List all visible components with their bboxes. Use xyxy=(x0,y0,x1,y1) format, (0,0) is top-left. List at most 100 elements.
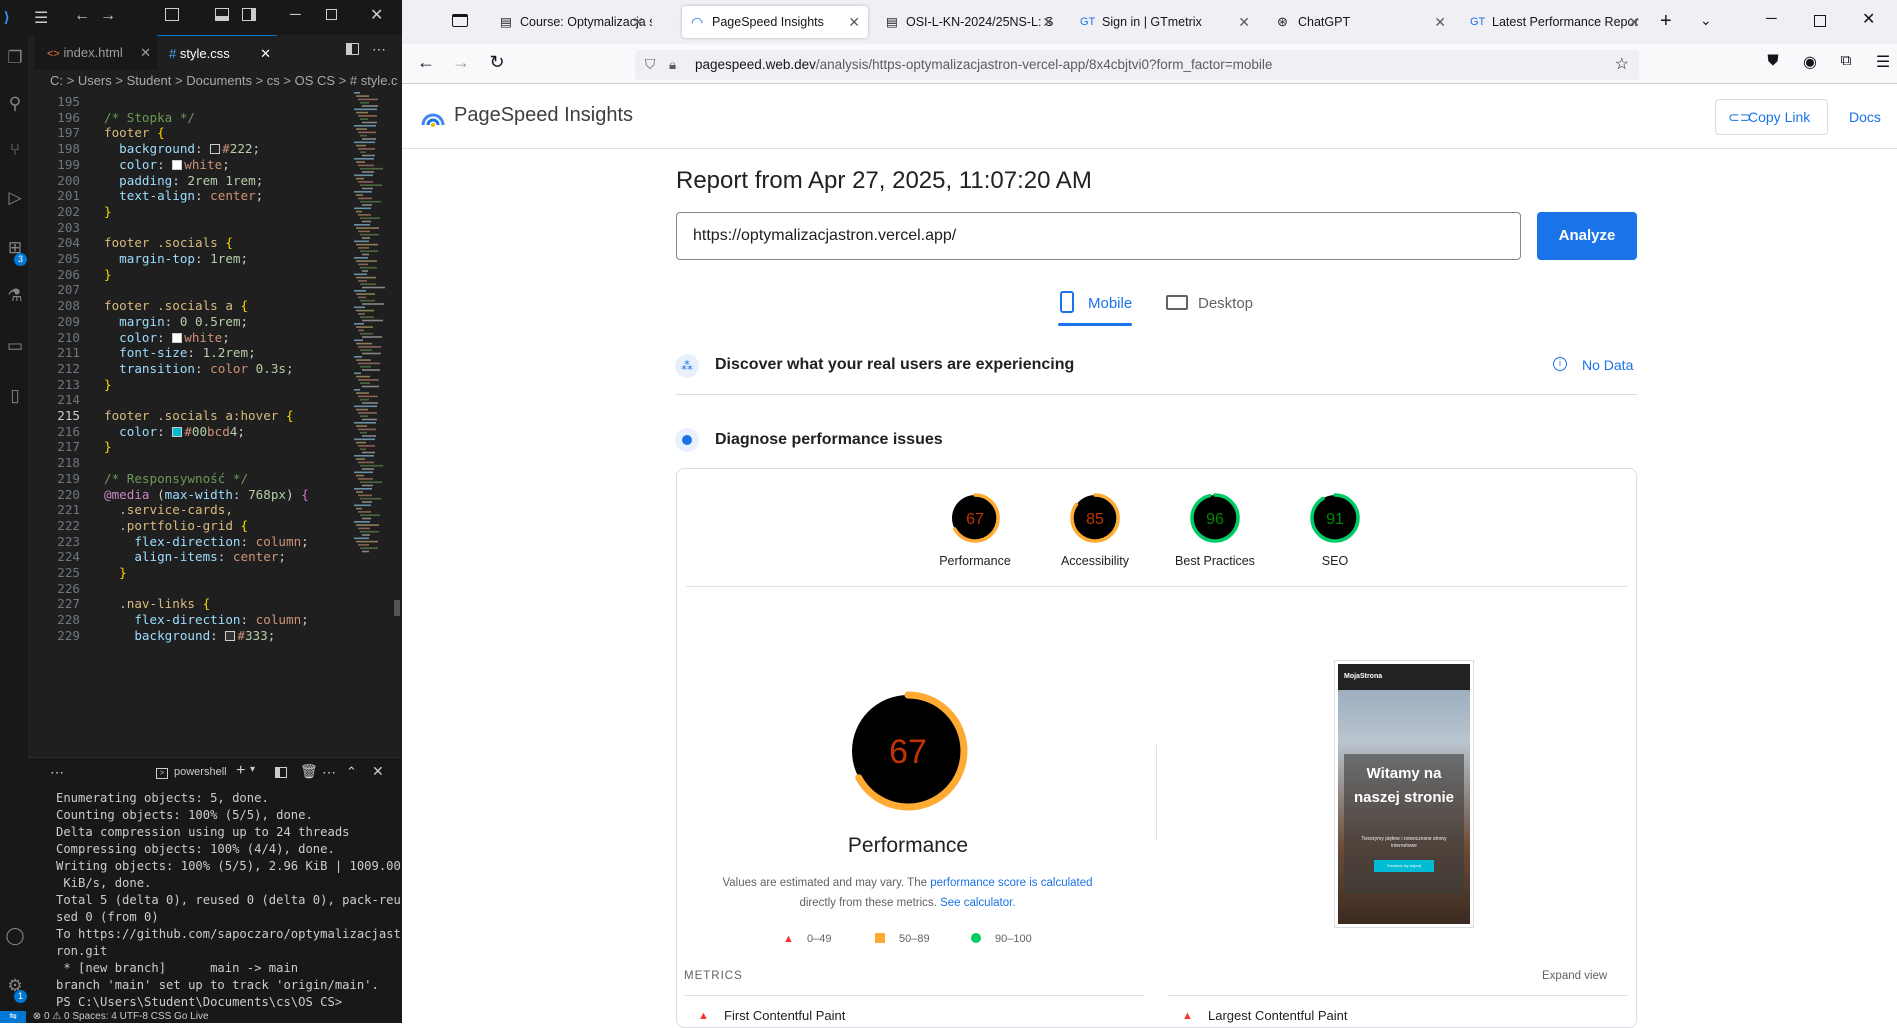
code-line[interactable]: footer { xyxy=(104,125,165,140)
category-label-seo[interactable]: SEO xyxy=(1275,554,1395,568)
code-line[interactable]: /* Stopka */ xyxy=(104,110,195,125)
code-line[interactable]: background: #222; xyxy=(104,141,260,156)
code-line[interactable]: } xyxy=(104,565,127,580)
terminal-output[interactable]: Enumerating objects: 5, done. Counting ob… xyxy=(28,790,402,1011)
code-line[interactable]: flex-direction: column; xyxy=(104,534,308,549)
browser-tab-pagespeed[interactable]: ◠ PageSpeed Insights ✕ xyxy=(682,6,868,38)
panel-more-icon[interactable]: ⋯ xyxy=(50,764,64,781)
search-icon[interactable]: ⚲ xyxy=(4,93,26,115)
code-line[interactable]: footer .socials a { xyxy=(104,298,248,313)
code-line[interactable]: color: #00bcd4; xyxy=(104,424,245,439)
new-terminal-icon[interactable]: + xyxy=(236,762,245,780)
close-tab-icon[interactable]: ✕ xyxy=(1434,6,1446,38)
code-line[interactable]: } xyxy=(104,267,112,282)
code-line[interactable]: .nav-links { xyxy=(104,596,210,611)
code-line[interactable]: transition: color 0.3s; xyxy=(104,361,293,376)
code-line[interactable]: font-size: 1.2rem; xyxy=(104,345,256,360)
reload-icon[interactable]: ↻ xyxy=(484,52,510,73)
browser-tab-chatgpt[interactable]: ⊛ ChatGPT ✕ xyxy=(1268,6,1454,38)
code-line[interactable]: text-align: center; xyxy=(104,188,263,203)
code-line[interactable]: @media (max-width: 768px) { xyxy=(104,487,309,502)
category-label-performance[interactable]: Performance xyxy=(915,554,1035,568)
url-input[interactable]: https://optymalizacjastron.vercel.app/ xyxy=(676,212,1521,260)
code-line[interactable]: color: white; xyxy=(104,157,230,172)
calculator-link[interactable]: See calculator. xyxy=(940,897,1015,909)
menu-icon[interactable]: ☰ xyxy=(34,8,48,28)
close-icon[interactable]: ✕ xyxy=(370,5,383,25)
pagespeed-logo-icon[interactable] xyxy=(420,106,446,128)
explorer-icon[interactable]: ❐ xyxy=(4,47,26,69)
firefox-view-icon[interactable] xyxy=(452,14,468,27)
code-line[interactable]: footer .socials { xyxy=(104,235,233,250)
maximize-panel-icon[interactable]: ⌃ xyxy=(346,764,357,780)
list-tabs-icon[interactable]: ⌄ xyxy=(1700,12,1712,29)
more-actions-icon[interactable]: ⋯ xyxy=(372,41,386,58)
forward-icon[interactable]: → xyxy=(448,52,474,73)
source-control-icon[interactable]: ⑂ xyxy=(4,139,26,161)
maximize-icon[interactable] xyxy=(1814,15,1826,27)
terminal-name[interactable]: powershell xyxy=(174,766,227,778)
minimize-icon[interactable]: ─ xyxy=(290,6,301,23)
bookmark-icon[interactable]: ▯ xyxy=(4,385,26,407)
info-icon[interactable]: i xyxy=(1553,357,1567,371)
close-tab-icon[interactable]: ✕ xyxy=(1628,6,1640,38)
category-label-accessibility[interactable]: Accessibility xyxy=(1035,554,1155,568)
browser-tab-osi[interactable]: ▤ OSI-L-KN-2024/25NS-L: S ✕ xyxy=(876,6,1062,38)
kill-terminal-icon[interactable]: 🗑 xyxy=(300,763,318,780)
code-line[interactable]: footer .socials a:hover { xyxy=(104,408,294,423)
analyze-button[interactable]: Analyze xyxy=(1537,212,1637,260)
code-line[interactable]: background: #333; xyxy=(104,628,275,643)
copy-link-button[interactable]: ⊂⊃ Copy Link xyxy=(1715,99,1828,135)
expand-view-button[interactable]: Expand view xyxy=(1542,970,1607,982)
remote-explorer-icon[interactable]: ▭ xyxy=(4,335,26,357)
app-menu-icon[interactable]: ☰ xyxy=(1870,52,1896,72)
psi-brand[interactable]: PageSpeed Insights xyxy=(454,104,633,127)
code-editor[interactable]: 195 196 /* Stopka */ 197 footer {198 backgro… xyxy=(28,92,358,757)
close-tab-icon[interactable]: ✕ xyxy=(848,6,860,38)
editor-scrollbar[interactable] xyxy=(394,600,400,616)
maximize-icon[interactable] xyxy=(326,9,337,20)
close-tab-icon[interactable]: ✕ xyxy=(140,35,151,70)
lock-icon[interactable]: 🔒︎ xyxy=(669,50,676,80)
tab-style-css[interactable]: # style.css ✕ xyxy=(157,35,277,70)
code-line[interactable]: margin-top: 1rem; xyxy=(104,251,248,266)
docs-link[interactable]: Docs xyxy=(1849,109,1881,125)
pocket-icon[interactable]: ⛊ xyxy=(1760,52,1786,69)
code-line[interactable]: } xyxy=(104,377,112,392)
tab-mobile[interactable]: Mobile xyxy=(1058,288,1132,326)
breadcrumb[interactable]: C: > Users > Student > Documents > cs > … xyxy=(28,70,402,92)
code-line[interactable]: color: white; xyxy=(104,330,230,345)
remote-indicator[interactable]: ⇋ xyxy=(0,1011,26,1023)
browser-tab-gtmetrix[interactable]: GT Sign in | GTmetrix ✕ xyxy=(1072,6,1258,38)
terminal-dropdown-icon[interactable]: ▾ xyxy=(250,764,255,775)
code-line[interactable]: .service-cards, xyxy=(104,502,233,517)
category-label-best-practices[interactable]: Best Practices xyxy=(1155,554,1275,568)
run-debug-icon[interactable]: ▷ xyxy=(4,187,26,209)
code-line[interactable]: } xyxy=(104,439,112,454)
score-calc-link[interactable]: performance score is calculated xyxy=(930,877,1092,889)
code-line[interactable]: } xyxy=(104,204,112,219)
back-icon[interactable]: ← xyxy=(74,7,90,25)
code-line[interactable]: flex-direction: column; xyxy=(104,612,308,627)
close-window-icon[interactable]: ✕ xyxy=(1862,9,1875,29)
back-icon[interactable]: ← xyxy=(413,52,439,73)
close-tab-icon[interactable]: ✕ xyxy=(1042,6,1054,38)
code-line[interactable]: margin: 0 0.5rem; xyxy=(104,314,248,329)
panel-icon[interactable] xyxy=(215,8,229,21)
panel-more-icon-2[interactable]: ⋯ xyxy=(322,764,336,781)
close-panel-icon[interactable]: ✕ xyxy=(372,763,384,780)
code-line[interactable]: padding: 2rem 1rem; xyxy=(104,173,263,188)
split-terminal-icon[interactable] xyxy=(275,767,287,778)
extensions-icon[interactable]: ⧉ xyxy=(1833,52,1859,69)
minimap[interactable] xyxy=(354,92,386,572)
close-tab-icon[interactable]: ✕ xyxy=(632,6,644,38)
account-icon[interactable]: ◉ xyxy=(1797,52,1823,72)
tab-desktop[interactable]: Desktop xyxy=(1166,288,1266,326)
performance-gauge[interactable]: 67 xyxy=(845,688,971,814)
testing-icon[interactable]: ⚗ xyxy=(4,285,26,307)
browser-tab-latest-report[interactable]: GT Latest Performance Repor ✕ xyxy=(1462,6,1648,38)
layout-icon[interactable] xyxy=(165,8,179,21)
accounts-icon[interactable]: ◯ xyxy=(4,925,26,947)
browser-tab-course[interactable]: ▤ Course: Optymalizacja str ✕ xyxy=(490,6,652,38)
url-bar[interactable]: ⛉ 🔒︎ pagespeed.web.dev/analysis/https-op… xyxy=(635,50,1639,80)
